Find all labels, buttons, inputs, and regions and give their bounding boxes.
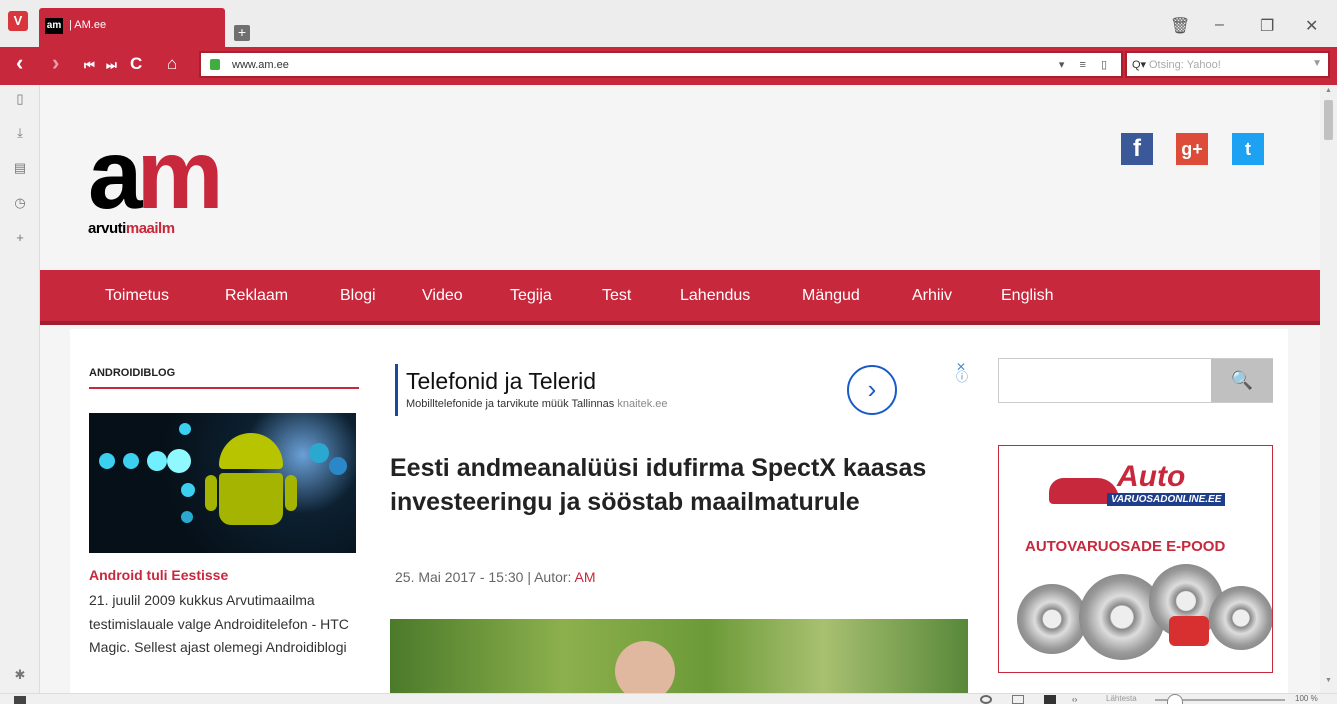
zoom-reset-label[interactable]: Lähtesta (1106, 694, 1137, 703)
web-page: am arvutimaailm f g+ t Toimetus Reklaam … (40, 85, 1320, 693)
article-meta: 25. Mai 2017 - 15:30 | Autor: AM (395, 569, 596, 585)
home-button[interactable]: ⌂ (167, 54, 177, 74)
ad-arrow-icon[interactable]: › (847, 365, 897, 415)
tiling-icon[interactable] (1012, 695, 1024, 704)
reload-button[interactable]: C (130, 54, 142, 74)
close-button[interactable]: ✕ (1305, 16, 1318, 36)
code-icon[interactable]: ‹› (1072, 695, 1084, 704)
url-tools[interactable]: ▾ ≡ ▯ (1059, 58, 1113, 71)
tab-bar: V am | AM.ee + 🗑 – ❐ ✕ (0, 0, 1337, 47)
menu-item-lahendus[interactable]: Lahendus (680, 287, 750, 305)
lock-icon (210, 59, 220, 70)
search-engine-icon[interactable]: Q▾ (1132, 58, 1146, 71)
side-panel: ▯ ⤓ ▤ ◷ + ✱ (0, 85, 40, 693)
image-icon[interactable] (1044, 695, 1056, 704)
scroll-up-icon[interactable]: ▲ (1325, 87, 1332, 94)
tab-am-ee[interactable]: am | AM.ee (39, 8, 225, 47)
banner-caption: AUTOVARUOSADE E-POOD (1025, 538, 1226, 555)
site-logo[interactable]: am arvutimaailm (88, 125, 224, 245)
article-image[interactable] (390, 619, 968, 693)
divider (89, 387, 359, 389)
auto-banner[interactable]: Auto VARUOSADONLINE.EE AUTOVARUOSADE E-P… (998, 445, 1273, 673)
banner-logo: Auto VARUOSADONLINE.EE (1039, 460, 1239, 520)
logo-wordmark: arvutimaailm (88, 220, 175, 237)
url-field[interactable]: www.am.ee ▾ ≡ ▯ (199, 51, 1123, 78)
search-placeholder[interactable]: Otsing: Yahoo! (1149, 59, 1221, 71)
menu-item-test[interactable]: Test (602, 287, 631, 305)
new-tab-button[interactable]: + (234, 25, 250, 41)
vivaldi-menu-button[interactable]: V (8, 11, 28, 31)
tab-title: | AM.ee (69, 19, 107, 31)
restore-button[interactable]: ❐ (1260, 16, 1274, 36)
ad-title[interactable]: Telefonid ja Telerid (406, 368, 596, 395)
menu-item-english[interactable]: English (1001, 287, 1053, 305)
bookmarks-icon[interactable]: ▯ (12, 91, 28, 107)
fast-forward-button[interactable]: ⏭ (106, 58, 117, 73)
ad-subtitle[interactable]: Mobilltelefonide ja tarvikute müük Talli… (406, 398, 668, 410)
logo-am: am (88, 119, 224, 229)
rewind-button[interactable]: ⏮ (84, 58, 95, 73)
android-image[interactable] (89, 413, 356, 553)
forward-button[interactable]: › (52, 50, 59, 76)
article-title[interactable]: Eesti andmeanalüüsi idufirma SpectX kaas… (390, 451, 950, 519)
search-field[interactable]: Q▾ Otsing: Yahoo! ▼ (1125, 51, 1330, 78)
facebook-icon[interactable]: f (1121, 133, 1153, 165)
android-robot (205, 433, 297, 533)
camera-icon[interactable] (980, 695, 992, 704)
brake-caliper (1169, 616, 1209, 646)
history-icon[interactable]: ◷ (12, 195, 28, 211)
menu-item-video[interactable]: Video (422, 287, 463, 305)
twitter-icon[interactable]: t (1232, 133, 1264, 165)
blog-heading[interactable]: ANDROIDIBLOG (89, 367, 175, 379)
menu-item-blogi[interactable]: Blogi (340, 287, 376, 305)
settings-icon[interactable]: ✱ (12, 667, 28, 683)
add-panel-icon[interactable]: + (12, 230, 28, 245)
menu-item-reklaam[interactable]: Reklaam (225, 287, 288, 305)
zoom-slider-thumb[interactable] (1166, 694, 1183, 704)
menu-item-arhiiv[interactable]: Arhiiv (912, 287, 952, 305)
status-bar: ‹› Lähtesta 100 % (0, 693, 1337, 704)
scroll-down-icon[interactable]: ▼ (1325, 677, 1332, 684)
google-plus-icon[interactable]: g+ (1176, 133, 1208, 165)
page-viewport: am arvutimaailm f g+ t Toimetus Reklaam … (40, 85, 1320, 693)
blog-article-link[interactable]: Android tuli Eestisse (89, 567, 228, 583)
chevron-down-icon[interactable]: ▼ (1312, 58, 1322, 69)
downloads-icon[interactable]: ⤓ (12, 125, 28, 141)
back-button[interactable]: ‹ (16, 50, 23, 76)
main-menu: Toimetus Reklaam Blogi Video Tegija Test… (40, 270, 1320, 325)
article-author[interactable]: AM (575, 569, 596, 585)
site-header: am arvutimaailm f g+ t (40, 85, 1320, 270)
site-search-input[interactable]: 🔍 (998, 358, 1273, 403)
trash-icon[interactable]: 🗑 (1170, 16, 1190, 36)
notes-icon[interactable]: ▤ (12, 160, 28, 176)
blog-article-excerpt: 21. juulil 2009 kukkus Arvutimaailma tes… (89, 592, 349, 655)
panel-toggle-icon[interactable] (14, 696, 26, 704)
menu-item-tegija[interactable]: Tegija (510, 287, 552, 305)
browser-window: V am | AM.ee + 🗑 – ❐ ✕ ‹ › ⏮ ⏭ C ⌂ www.a… (0, 0, 1337, 704)
menu-item-mangud[interactable]: Mängud (802, 287, 860, 305)
scroll-thumb[interactable] (1324, 100, 1333, 140)
advertisement[interactable]: Telefonid ja Telerid Mobilltelefonide ja… (395, 361, 968, 424)
menu-item-toimetus[interactable]: Toimetus (105, 287, 169, 305)
main-content: ANDROIDIBLOG Android tuli Eestisse 21. j… (70, 329, 1288, 693)
tab-favicon: am (45, 18, 63, 34)
minimize-button[interactable]: – (1215, 16, 1224, 34)
zoom-value: 100 % (1295, 694, 1318, 703)
author-label: | Autor: (527, 569, 572, 585)
scrollbar[interactable]: ▲ ▼ (1320, 85, 1337, 693)
search-button[interactable]: 🔍 (1211, 359, 1273, 402)
ad-accent-bar (395, 364, 398, 416)
article-date: 25. Mai 2017 - 15:30 (395, 569, 524, 585)
url-text[interactable]: www.am.ee (232, 59, 289, 71)
ad-close-icon[interactable]: ✕ ⓘ (956, 361, 968, 383)
